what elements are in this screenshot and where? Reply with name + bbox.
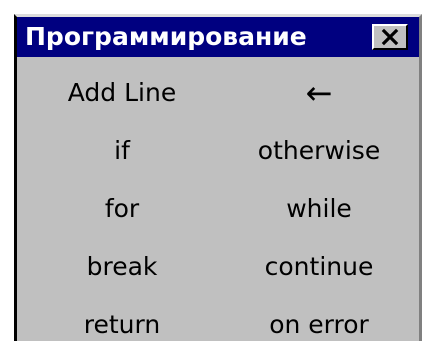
programming-palette-window: Программирование Add Line ← if otherwise… (14, 14, 422, 341)
for-button[interactable]: for (37, 193, 207, 225)
window-title: Программирование (25, 22, 307, 51)
otherwise-button[interactable]: otherwise (229, 135, 409, 167)
while-button[interactable]: while (229, 193, 409, 225)
on-error-button[interactable]: on error (229, 309, 409, 341)
break-button[interactable]: break (37, 251, 207, 283)
continue-button[interactable]: continue (229, 251, 409, 283)
close-icon (381, 28, 399, 46)
close-button[interactable] (372, 24, 408, 50)
return-button[interactable]: return (37, 309, 207, 341)
left-arrow-button[interactable]: ← (229, 77, 409, 109)
if-button[interactable]: if (37, 135, 207, 167)
add-line-button[interactable]: Add Line (37, 77, 207, 109)
title-bar[interactable]: Программирование (17, 17, 419, 57)
